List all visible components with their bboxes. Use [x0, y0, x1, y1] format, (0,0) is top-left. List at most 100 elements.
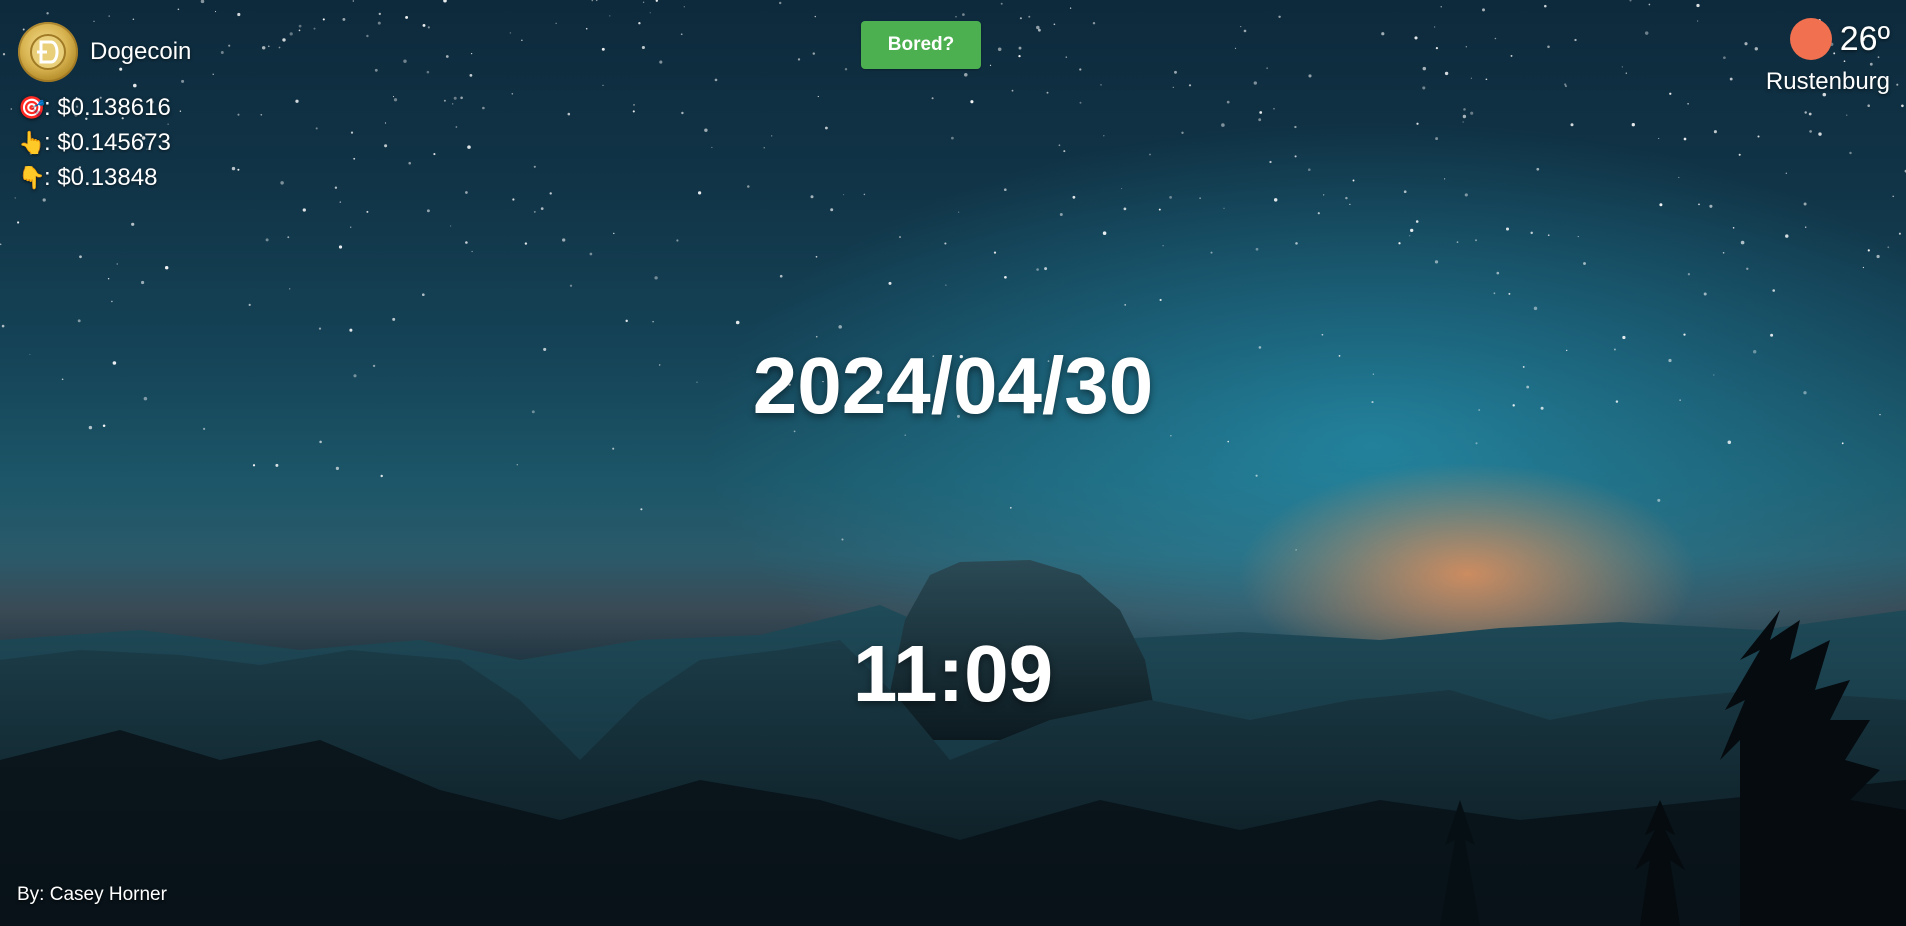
- star: [812, 52, 816, 55]
- crypto-widget: Dogecoin 🎯 : $0.138616 👆 : $0.145673 👇 :…: [18, 22, 191, 195]
- star: [683, 6, 685, 8]
- star: [1069, 7, 1072, 9]
- star: [319, 440, 322, 444]
- star: [322, 18, 325, 21]
- star: [1669, 92, 1672, 95]
- star: [521, 39, 523, 41]
- star: [993, 251, 997, 254]
- star: [1629, 0, 1632, 2]
- star: [1738, 153, 1741, 156]
- star: [797, 58, 801, 61]
- star: [1435, 46, 1439, 50]
- star: [265, 238, 269, 242]
- star: [248, 303, 251, 307]
- star: [392, 96, 395, 98]
- star: [1317, 212, 1320, 215]
- star: [844, 68, 848, 71]
- star: [1255, 474, 1258, 477]
- star: [1732, 227, 1735, 229]
- star: [421, 293, 425, 297]
- star: [1703, 292, 1707, 296]
- low-price-row: 👇 : $0.13848: [18, 160, 191, 195]
- star: [632, 110, 635, 113]
- star: [1159, 298, 1162, 302]
- star: [549, 192, 552, 195]
- star: [1398, 242, 1401, 245]
- star: [380, 474, 383, 478]
- star: [659, 60, 663, 64]
- star: [888, 281, 892, 285]
- bored-button[interactable]: Bored?: [861, 21, 981, 69]
- star-field: [0, 0, 1906, 551]
- star: [1849, 151, 1852, 155]
- star: [955, 16, 957, 18]
- temperature: 26º: [1839, 19, 1890, 58]
- star: [220, 51, 224, 54]
- star: [1867, 104, 1870, 107]
- star: [1295, 242, 1298, 245]
- star: [164, 265, 169, 270]
- star: [652, 320, 654, 323]
- star: [1243, 29, 1247, 33]
- star: [452, 103, 454, 105]
- star: [268, 45, 270, 48]
- star: [1079, 68, 1082, 71]
- star: [1462, 121, 1464, 123]
- star: [1434, 26, 1436, 28]
- star: [830, 208, 834, 212]
- star: [252, 464, 256, 467]
- star: [1321, 333, 1324, 336]
- star: [116, 263, 118, 265]
- star: [1846, 114, 1848, 116]
- star: [1170, 435, 1172, 437]
- star: [237, 12, 241, 17]
- star: [1648, 3, 1651, 6]
- star: [1434, 260, 1439, 264]
- star: [680, 33, 683, 36]
- star: [315, 127, 318, 130]
- star: [1227, 440, 1229, 443]
- star: [676, 239, 679, 242]
- star: [1181, 131, 1184, 134]
- star: [711, 146, 713, 148]
- star: [433, 153, 436, 156]
- star: [625, 319, 628, 323]
- star: [280, 181, 284, 185]
- star: [714, 78, 718, 82]
- star: [1841, 442, 1844, 445]
- star: [1887, 246, 1890, 249]
- star: [1698, 203, 1700, 206]
- star: [1072, 195, 1076, 199]
- star: [1172, 86, 1174, 89]
- star: [1727, 440, 1732, 445]
- star: [555, 22, 557, 24]
- star: [641, 45, 645, 50]
- star: [824, 126, 828, 130]
- star: [815, 255, 818, 258]
- star: [403, 59, 407, 63]
- star: [1657, 498, 1661, 502]
- star: [1570, 123, 1574, 127]
- star: [1621, 66, 1623, 68]
- star: [1258, 118, 1262, 122]
- star: [313, 27, 316, 30]
- current-time: 11:09: [852, 629, 1054, 718]
- star: [1294, 125, 1297, 129]
- star: [1729, 77, 1733, 81]
- star: [1485, 78, 1488, 81]
- star: [1577, 236, 1579, 238]
- star: [17, 221, 20, 224]
- star: [1658, 137, 1660, 140]
- star: [450, 225, 452, 227]
- star: [278, 46, 281, 49]
- star: [408, 161, 411, 165]
- star: [962, 13, 965, 16]
- star: [1415, 220, 1419, 223]
- star: [1044, 267, 1048, 271]
- star: [612, 447, 615, 450]
- star: [1696, 3, 1700, 8]
- star: [1544, 4, 1547, 8]
- star: [1770, 333, 1774, 337]
- weather-summary: 26º: [1766, 18, 1890, 60]
- star: [426, 209, 430, 213]
